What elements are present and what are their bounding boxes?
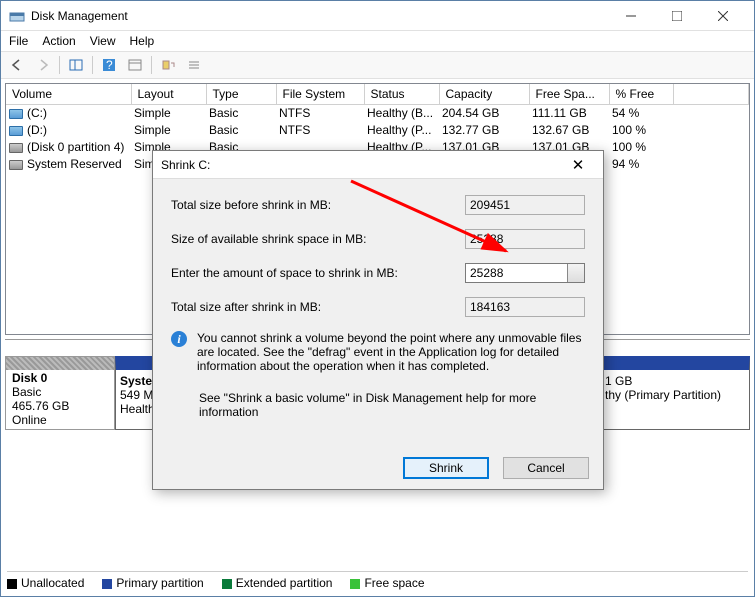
- svg-text:?: ?: [106, 58, 113, 72]
- col-volume[interactable]: Volume: [6, 84, 131, 105]
- window-title: Disk Management: [31, 9, 608, 23]
- col-status[interactable]: Status: [364, 84, 439, 105]
- legend-extended: Extended partition: [222, 576, 333, 590]
- legend-primary: Primary partition: [102, 576, 203, 590]
- spin-down-icon[interactable]: [574, 276, 580, 280]
- toolbar-separator: [92, 56, 93, 74]
- menu-help[interactable]: Help: [130, 34, 155, 48]
- title-bar: Disk Management: [1, 1, 754, 31]
- col-type[interactable]: Type: [206, 84, 276, 105]
- disk-header[interactable]: Disk 0 Basic 465.76 GB Online: [5, 356, 115, 430]
- toolbar-separator: [151, 56, 152, 74]
- minimize-button[interactable]: [608, 1, 654, 31]
- table-row[interactable]: (D:)SimpleBasicNTFSHealthy (P...132.77 G…: [6, 122, 749, 139]
- shrink-dialog: Shrink C: ✕ Total size before shrink in …: [152, 150, 604, 490]
- disk-type: Basic: [12, 385, 108, 399]
- menu-view[interactable]: View: [90, 34, 116, 48]
- volume-icon: [9, 160, 23, 170]
- app-icon: [9, 8, 25, 24]
- maximize-button[interactable]: [654, 1, 700, 31]
- menu-action[interactable]: Action: [42, 34, 75, 48]
- disk-status: Online: [12, 413, 108, 427]
- table-header-row: Volume Layout Type File System Status Ca…: [6, 84, 749, 105]
- info-text: You cannot shrink a volume beyond the po…: [197, 331, 585, 373]
- legend-unallocated: Unallocated: [7, 576, 84, 590]
- help-text: See "Shrink a basic volume" in Disk Mana…: [171, 391, 585, 419]
- partition-size: 1 GB: [605, 374, 745, 388]
- col-fs[interactable]: File System: [276, 84, 364, 105]
- partition-primary[interactable]: 1 GB thy (Primary Partition): [600, 356, 750, 430]
- legend-free: Free space: [350, 576, 424, 590]
- input-shrink-amount[interactable]: 25288: [465, 263, 585, 283]
- legend: Unallocated Primary partition Extended p…: [7, 571, 748, 590]
- toolbar-icon-properties[interactable]: [123, 54, 147, 76]
- back-button[interactable]: [5, 54, 29, 76]
- spin-up-icon[interactable]: [574, 266, 580, 270]
- col-capacity[interactable]: Capacity: [439, 84, 529, 105]
- value-total-after: 184163: [465, 297, 585, 317]
- toolbar: ?: [1, 51, 754, 79]
- volume-icon: [9, 109, 23, 119]
- label-total-before: Total size before shrink in MB:: [171, 198, 465, 212]
- menu-bar: File Action View Help: [1, 31, 754, 51]
- col-layout[interactable]: Layout: [131, 84, 206, 105]
- volume-icon: [9, 143, 23, 153]
- value-available: 25288: [465, 229, 585, 249]
- toolbar-icon-refresh[interactable]: [156, 54, 180, 76]
- label-available: Size of available shrink space in MB:: [171, 232, 465, 246]
- info-icon: i: [171, 331, 187, 347]
- partition-status: thy (Primary Partition): [605, 388, 745, 402]
- menu-file[interactable]: File: [9, 34, 28, 48]
- forward-button[interactable]: [31, 54, 55, 76]
- dialog-title: Shrink C:: [161, 158, 561, 172]
- dialog-close-button[interactable]: ✕: [561, 156, 595, 174]
- volume-icon: [9, 126, 23, 136]
- disk-size: 465.76 GB: [12, 399, 108, 413]
- toolbar-icon-help[interactable]: ?: [97, 54, 121, 76]
- toolbar-icon-panes[interactable]: [64, 54, 88, 76]
- col-free[interactable]: Free Spa...: [529, 84, 609, 105]
- value-total-before: 209451: [465, 195, 585, 215]
- toolbar-separator: [59, 56, 60, 74]
- label-shrink-amount: Enter the amount of space to shrink in M…: [171, 266, 465, 280]
- toolbar-icon-list[interactable]: [182, 54, 206, 76]
- disk-name: Disk 0: [12, 371, 108, 385]
- col-pct[interactable]: % Free: [609, 84, 673, 105]
- col-spacer: [673, 84, 749, 105]
- disk-type-stripe: [6, 357, 114, 370]
- label-total-after: Total size after shrink in MB:: [171, 300, 465, 314]
- table-row[interactable]: (C:)SimpleBasicNTFSHealthy (B...204.54 G…: [6, 105, 749, 122]
- cancel-button[interactable]: Cancel: [503, 457, 589, 479]
- shrink-button[interactable]: Shrink: [403, 457, 489, 479]
- close-button[interactable]: [700, 1, 746, 31]
- dialog-titlebar: Shrink C: ✕: [153, 151, 603, 179]
